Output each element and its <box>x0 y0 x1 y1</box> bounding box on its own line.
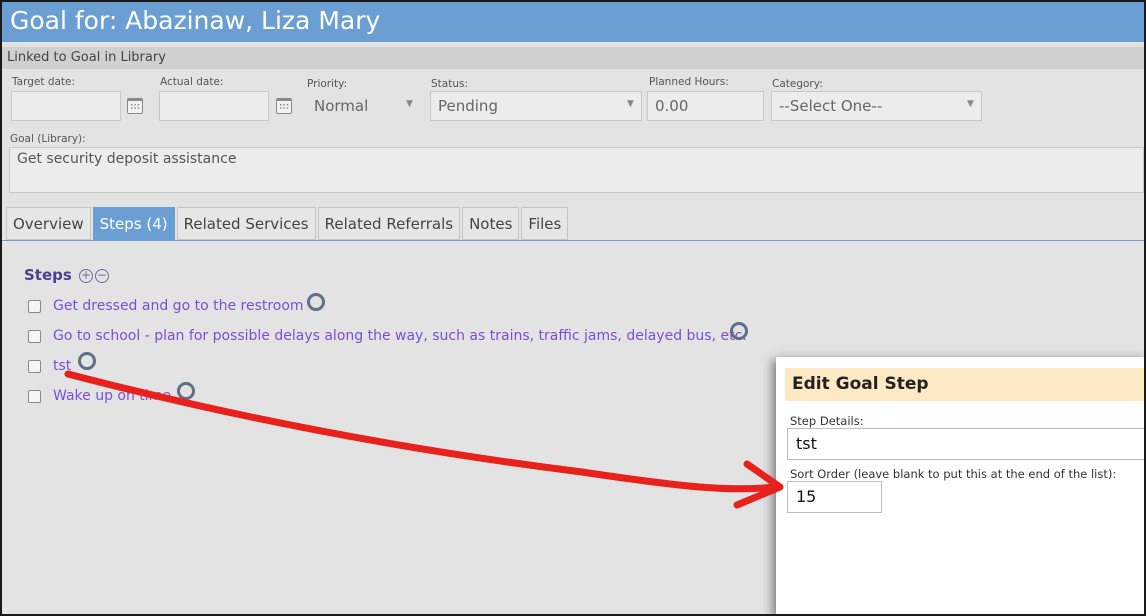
step-details-label: Step Details: <box>790 414 864 428</box>
category-select[interactable]: --Select One-- <box>771 91 982 121</box>
arrow-head <box>733 460 784 509</box>
target-date-label: Target date: <box>12 76 76 88</box>
goal-fields: Target date: Actual date: Priority: Norm… <box>2 69 1144 129</box>
tab-steps[interactable]: Steps (4) <box>92 207 175 240</box>
circle-icon <box>78 352 96 370</box>
remove-step-icon[interactable]: − <box>95 268 110 283</box>
goal-window: Goal for: Abazinaw, Liza Mary Linked to … <box>0 0 1146 616</box>
circle-icon <box>307 293 325 311</box>
linked-to-library-label: Linked to Goal in Library <box>2 47 1144 69</box>
priority-value: Normal <box>314 97 369 115</box>
goal-library-textarea[interactable]: Get security deposit assistance <box>9 147 1144 193</box>
chevron-down-icon[interactable]: ▼ <box>406 99 413 109</box>
step-link[interactable]: Go to school - plan for possible delays … <box>53 328 747 344</box>
dialog-title: Edit Goal Step <box>785 368 1144 401</box>
tab-divider <box>2 240 1144 241</box>
step-link[interactable]: Get dressed and go to the restroom <box>53 298 304 314</box>
planned-hours-input[interactable]: 0.00 <box>647 91 764 121</box>
edit-goal-step-dialog: Edit Goal Step Step Details: tst Sort Or… <box>776 357 1144 614</box>
calendar-icon[interactable] <box>127 98 143 114</box>
tab-related-services[interactable]: Related Services <box>176 207 316 240</box>
step-checkbox[interactable] <box>28 359 41 373</box>
planned-hours-label: Planned Hours: <box>649 76 729 88</box>
chevron-down-icon[interactable]: ▼ <box>627 99 634 109</box>
actual-date-input[interactable] <box>159 91 269 121</box>
arrow-line <box>64 370 778 493</box>
circle-icon <box>177 382 195 400</box>
step-checkbox[interactable] <box>28 299 41 313</box>
list-item: Get dressed and go to the restroom <box>28 296 304 316</box>
calendar-icon[interactable] <box>276 98 292 114</box>
priority-label: Priority: <box>307 78 348 90</box>
tab-files[interactable]: Files <box>521 207 569 240</box>
step-checkbox[interactable] <box>28 389 41 403</box>
actual-date-label: Actual date: <box>160 76 224 88</box>
goal-library-label: Goal (Library): <box>10 133 86 145</box>
tab-overview[interactable]: Overview <box>6 207 91 240</box>
category-label: Category: <box>772 78 823 90</box>
sort-order-input[interactable]: 15 <box>787 481 882 513</box>
tab-notes[interactable]: Notes <box>462 207 520 240</box>
page-title: Goal for: Abazinaw, Liza Mary <box>2 2 1144 42</box>
circle-icon <box>730 322 748 340</box>
tab-related-referrals[interactable]: Related Referrals <box>317 207 461 240</box>
status-label: Status: <box>431 78 468 90</box>
steps-heading: Steps + − <box>24 266 110 284</box>
list-item: Wake up on time <box>28 386 171 406</box>
step-link[interactable]: tst <box>53 358 71 374</box>
target-date-input[interactable] <box>11 91 121 121</box>
step-details-input[interactable]: tst <box>787 428 1144 460</box>
category-value: --Select One-- <box>779 97 883 115</box>
status-select[interactable]: Pending <box>430 91 642 121</box>
step-checkbox[interactable] <box>28 329 41 343</box>
goal-tabs: Overview Steps (4) Related Services Rela… <box>6 207 570 240</box>
status-value: Pending <box>438 97 498 115</box>
step-link[interactable]: Wake up on time <box>53 388 171 404</box>
sort-order-label: Sort Order (leave blank to put this at t… <box>790 467 1117 481</box>
chevron-down-icon[interactable]: ▼ <box>967 99 974 109</box>
add-step-icon[interactable]: + <box>79 268 94 283</box>
list-item: tst <box>28 356 71 376</box>
steps-title: Steps <box>24 266 72 284</box>
list-item: Go to school - plan for possible delays … <box>28 326 747 346</box>
